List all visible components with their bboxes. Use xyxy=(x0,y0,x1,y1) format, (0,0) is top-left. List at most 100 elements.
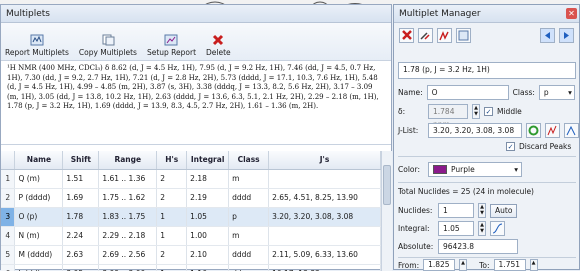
multiplet-summary-field[interactable]: 1.78 (p, J = 3.2 Hz, 1H) xyxy=(398,62,576,79)
table-cell[interactable]: 2.69 .. 2.56 xyxy=(98,245,158,265)
table-cell[interactable] xyxy=(268,169,381,189)
name-label: Name: xyxy=(398,88,423,97)
copy-multiplets-button[interactable]: Copy Multiplets xyxy=(79,33,137,57)
integral-curve-icon[interactable] xyxy=(490,221,505,236)
table-cell[interactable]: 1.05 xyxy=(186,207,230,227)
column-header[interactable]: Range xyxy=(98,151,158,170)
manager-toolbar xyxy=(394,23,579,47)
table-cell[interactable]: 1.83 .. 1.75 xyxy=(98,207,158,227)
close-icon[interactable]: ✕ xyxy=(566,8,577,19)
edit-multiplet-icon[interactable] xyxy=(418,27,433,43)
nuclides-spinner[interactable]: ▲ ▼ xyxy=(478,203,486,218)
table-cell[interactable]: m xyxy=(228,226,270,246)
class-label: Class: xyxy=(512,88,535,97)
previous-arrow-icon[interactable] xyxy=(540,27,555,43)
separator xyxy=(398,156,576,157)
table-cell[interactable]: 1.51 xyxy=(62,169,100,189)
peak-view-icon[interactable] xyxy=(564,123,579,138)
table-row[interactable]: 2P (dddd) 1.69 1.75 .. 1.62 2 2.19 dddd 2.65, … xyxy=(1,188,381,208)
column-header[interactable]: Integral xyxy=(186,151,230,170)
from-input[interactable]: 1.825 xyxy=(423,259,456,271)
row-index-cell[interactable]: 2 xyxy=(1,188,16,208)
nuclides-input[interactable]: 1 xyxy=(438,203,474,218)
table-cell[interactable]: 2.18 xyxy=(186,169,230,189)
window-title: Multiplets xyxy=(1,5,391,23)
table-cell[interactable]: 1 xyxy=(156,207,188,227)
delete-button[interactable]: Delete xyxy=(206,33,231,57)
table-cell[interactable]: 1.78 xyxy=(62,207,100,227)
split-multiplet-icon[interactable] xyxy=(437,27,452,43)
table-cell[interactable]: 2.29 .. 2.18 xyxy=(98,226,158,246)
table-row[interactable]: 1Q (m) 1.51 1.61 .. 1.36 2 2.18 m xyxy=(1,169,381,189)
table-cell[interactable]: p xyxy=(228,207,270,227)
table-cell[interactable]: 1.00 xyxy=(186,226,230,246)
peak-fit-icon[interactable] xyxy=(545,123,560,138)
table-cell[interactable]: 2 xyxy=(156,169,188,189)
table-cell[interactable]: Q (m) xyxy=(14,169,64,189)
table-cell[interactable]: 1.69 xyxy=(62,188,100,208)
table-cell[interactable] xyxy=(268,226,381,246)
refresh-green-icon[interactable] xyxy=(526,123,541,138)
row-index-cell[interactable]: 5 xyxy=(1,245,16,265)
class-select-value: p xyxy=(543,88,549,97)
scrollbar-thumb[interactable] xyxy=(383,165,391,205)
integral-input[interactable]: 1.05 xyxy=(438,221,474,236)
setup-report-label: Setup Report xyxy=(146,48,197,57)
column-header[interactable]: Shift xyxy=(62,151,100,170)
chevron-down-icon: ▾ xyxy=(514,165,518,174)
column-header[interactable] xyxy=(1,151,16,170)
row-index-cell[interactable]: 1 xyxy=(1,169,16,189)
table-row[interactable]: 3O (p) 1.78 1.83 .. 1.75 1 1.05 p 3.20, 3.20, … xyxy=(1,207,381,227)
to-spinner[interactable]: ▲ xyxy=(529,259,538,271)
absolute-input[interactable]: 96423.8 xyxy=(438,239,518,254)
row-index-cell[interactable]: 3 xyxy=(1,207,16,227)
table-cell[interactable]: 2.19 xyxy=(186,188,230,208)
auto-button[interactable]: Auto xyxy=(490,203,518,218)
column-header[interactable]: Class xyxy=(228,151,270,170)
shift-spinner[interactable]: ▲ ▼ xyxy=(472,104,480,119)
class-select[interactable]: p ▾ xyxy=(538,85,575,100)
table-cell[interactable]: O (p) xyxy=(14,207,64,227)
from-spinner[interactable]: ▲ xyxy=(459,259,468,271)
discard-peaks-checkbox[interactable]: ✓ xyxy=(506,142,515,151)
table-cell[interactable]: 1.61 .. 1.36 xyxy=(98,169,158,189)
table-cell[interactable]: 2.63 xyxy=(62,245,100,265)
nmr-report-text[interactable]: ¹H NMR (400 MHz, CDCl₃) δ 8.62 (d, J = 4… xyxy=(1,61,391,145)
table-cell[interactable]: N (m) xyxy=(14,226,64,246)
table-cell[interactable]: 2.10 xyxy=(186,245,230,265)
to-input[interactable]: 1.751 xyxy=(493,259,526,271)
column-header[interactable]: J's xyxy=(268,151,381,170)
middle-checkbox[interactable]: ✓ xyxy=(484,107,493,116)
table-cell[interactable]: 2 xyxy=(156,188,188,208)
table-cell[interactable]: 3.20, 3.20, 3.08, 3.08 xyxy=(268,207,381,227)
table-row[interactable]: 5M (dddd) 2.63 2.69 .. 2.56 2 2.10 dddd 2.11, … xyxy=(1,245,381,265)
table-cell[interactable]: m xyxy=(228,169,270,189)
table-cell[interactable]: 2.11, 5.09, 6.33, 13.60 xyxy=(268,245,381,265)
table-cell[interactable]: dddd xyxy=(228,188,270,208)
table-cell[interactable]: 2 xyxy=(156,245,188,265)
jlist-input[interactable]: 3.20, 3.20, 3.08, 3.08 xyxy=(428,123,522,138)
column-header[interactable]: H's xyxy=(156,151,188,170)
table-cell[interactable]: 2.24 xyxy=(62,226,100,246)
table-cell[interactable]: 1.75 .. 1.62 xyxy=(98,188,158,208)
table-cell[interactable]: P (dddd) xyxy=(14,188,64,208)
column-header[interactable]: Name xyxy=(14,151,64,170)
setup-report-button[interactable]: Setup Report xyxy=(147,33,196,57)
table-cell[interactable]: 2.65, 4.51, 8.25, 13.90 xyxy=(268,188,381,208)
table-cell[interactable]: M (dddd) xyxy=(14,245,64,265)
next-arrow-icon[interactable] xyxy=(559,27,574,43)
table-scrollbar[interactable] xyxy=(381,151,392,271)
table-row[interactable]: 4N (m) 2.24 2.29 .. 2.18 1 1.00 m xyxy=(1,226,381,246)
copy-icon xyxy=(100,33,116,46)
report-multiplets-button[interactable]: Report Multiplets xyxy=(5,33,69,57)
report-multiplets-label: Report Multiplets xyxy=(5,48,69,57)
row-index-cell[interactable]: 4 xyxy=(1,226,16,246)
color-select[interactable]: Purple ▾ xyxy=(428,162,522,177)
spectrum-view-icon[interactable] xyxy=(456,27,471,43)
table-cell[interactable]: 1 xyxy=(156,226,188,246)
name-input[interactable]: O xyxy=(426,85,509,100)
color-swatch xyxy=(433,165,447,174)
integral-spinner[interactable]: ▲ ▼ xyxy=(478,221,486,236)
delete-multiplet-icon[interactable] xyxy=(399,27,414,43)
table-cell[interactable]: dddd xyxy=(228,245,270,265)
